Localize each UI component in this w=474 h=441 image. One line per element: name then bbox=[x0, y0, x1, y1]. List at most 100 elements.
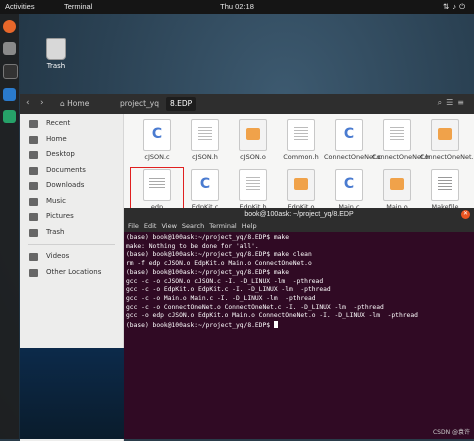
vscode-icon[interactable] bbox=[3, 88, 16, 101]
file-name: ConnectOneNet.c bbox=[324, 153, 382, 161]
app-menu[interactable]: Terminal bbox=[64, 2, 92, 11]
terminal-line: (base) book@100ask:~/project_yq/8.EDP$ bbox=[126, 321, 472, 331]
sidebar-item-pictures[interactable]: Pictures bbox=[20, 209, 123, 225]
header-actions: ⌕☰≡ bbox=[438, 98, 468, 108]
breadcrumb-home-label: Home bbox=[67, 99, 90, 108]
sidebar-item-desktop[interactable]: Desktop bbox=[20, 147, 123, 163]
file-name: cJSON.c bbox=[144, 153, 170, 161]
sidebar-item-recent[interactable]: Recent bbox=[20, 116, 123, 132]
sidebar-item-documents[interactable]: Documents bbox=[20, 163, 123, 179]
sidebar-item-label: Recent bbox=[46, 119, 71, 127]
file-o-icon bbox=[239, 119, 267, 151]
file-name: cJSON.h bbox=[192, 153, 218, 161]
file-name: ConnectOneNet.o bbox=[420, 153, 474, 161]
terminal-output[interactable]: (base) book@100ask:~/project_yq/8.EDP$ m… bbox=[126, 234, 472, 331]
breadcrumb-current[interactable]: 8.EDP bbox=[166, 97, 197, 111]
trash-icon bbox=[29, 228, 38, 237]
file-item[interactable]: Main.o bbox=[372, 169, 422, 211]
sidebar-item-label: Desktop bbox=[46, 150, 75, 158]
sidebar-item-trash[interactable]: Trash bbox=[20, 225, 123, 241]
file-item[interactable]: edp bbox=[130, 167, 184, 213]
terminal-window: book@100ask: ~/project_yq/8.EDP ✕ File Ed… bbox=[124, 208, 474, 439]
clock-icon bbox=[29, 120, 38, 128]
terminal-menu-help[interactable]: Help bbox=[238, 222, 257, 230]
sidebar-item-downloads[interactable]: Downloads bbox=[20, 178, 123, 194]
terminal-line: (base) book@100ask:~/project_yq/8.EDP$ m… bbox=[126, 268, 290, 276]
terminal-menu-file[interactable]: File bbox=[124, 222, 139, 230]
file-item[interactable]: cJSON.h bbox=[180, 119, 230, 161]
file-o-icon bbox=[383, 169, 411, 201]
desktop-trash[interactable]: Trash bbox=[40, 38, 72, 70]
breadcrumb-home[interactable]: ⌂ Home bbox=[56, 97, 93, 111]
terminal-line: gcc -c -o cJSON.o cJSON.c -I. -D_LINUX -… bbox=[126, 277, 324, 285]
sidebar-item-label: Videos bbox=[46, 252, 70, 260]
terminal-line: rm -f edp cJSON.o EdpKit.o Main.o Connec… bbox=[126, 260, 312, 268]
file-item[interactable]: Makefile bbox=[420, 169, 470, 211]
downloads-icon bbox=[29, 182, 38, 190]
file-o-icon bbox=[287, 169, 315, 201]
sidebar-item-home[interactable]: Home bbox=[20, 132, 123, 148]
file-item[interactable]: ConnectOneNet.o bbox=[420, 119, 474, 161]
sidebar-item-label: Home bbox=[46, 134, 67, 143]
sidebar-item-label: Pictures bbox=[46, 212, 74, 220]
file-item[interactable]: Main.c bbox=[324, 169, 374, 211]
terminal-menu-view[interactable]: View bbox=[157, 222, 176, 230]
home-icon bbox=[29, 135, 38, 144]
firefox-icon[interactable] bbox=[3, 20, 16, 33]
terminal-menu-edit[interactable]: Edit bbox=[140, 222, 157, 230]
sidebar-item-videos[interactable]: Videos bbox=[20, 249, 123, 265]
sidebar-item-label: Documents bbox=[46, 165, 86, 174]
close-icon[interactable]: ✕ bbox=[461, 210, 470, 219]
terminal-menu-search[interactable]: Search bbox=[178, 222, 204, 230]
sidebar-item-label: Other Locations bbox=[46, 267, 102, 276]
file-item[interactable]: EdpKit.o bbox=[276, 169, 326, 211]
terminal-line: gcc -o edp cJSON.o EdpKit.o Main.o Conne… bbox=[126, 312, 418, 320]
wallpaper-forest bbox=[20, 348, 124, 439]
file-c-icon bbox=[335, 119, 363, 151]
file-item[interactable]: cJSON.o bbox=[228, 119, 278, 161]
file-h-icon bbox=[239, 169, 267, 201]
terminal-menubar: File Edit View Search Terminal Help bbox=[124, 221, 474, 232]
music-icon bbox=[29, 197, 38, 206]
videos-icon bbox=[29, 253, 38, 261]
file-item[interactable]: EdpKit.c bbox=[180, 169, 230, 211]
file-o-icon bbox=[431, 119, 459, 151]
back-button[interactable]: ‹ bbox=[26, 98, 36, 109]
file-name: ConnectOneNet.h bbox=[372, 153, 430, 161]
sidebar-item-other-locations[interactable]: Other Locations bbox=[20, 265, 123, 281]
plus-icon bbox=[29, 268, 38, 277]
terminal-cursor bbox=[273, 321, 278, 329]
file-h-icon bbox=[287, 119, 315, 151]
jetbrains-icon[interactable] bbox=[3, 110, 16, 123]
forward-button[interactable]: › bbox=[40, 98, 50, 109]
terminal-line: gcc -c -o ConnectOneNet.o ConnectOneNet.… bbox=[126, 303, 384, 311]
activities-button[interactable]: Activities bbox=[5, 2, 35, 11]
files-icon[interactable] bbox=[3, 42, 16, 55]
sidebar-item-label: Music bbox=[46, 196, 66, 205]
terminal-line: gcc -c -o EdpKit.o EdpKit.c -I. -D_LINUX… bbox=[126, 286, 331, 294]
search-icon[interactable]: ⌕ bbox=[438, 98, 446, 107]
file-item[interactable]: Common.h bbox=[276, 119, 326, 161]
file-item[interactable]: cJSON.c bbox=[132, 119, 182, 161]
sidebar-item-music[interactable]: Music bbox=[20, 194, 123, 210]
system-menu[interactable]: ⇅♪⏻ bbox=[443, 2, 468, 12]
sidebar-item-label: Trash bbox=[46, 227, 65, 236]
file-h-icon bbox=[383, 119, 411, 151]
file-item[interactable]: ConnectOneNet.c bbox=[324, 119, 382, 161]
file-manager-header: ‹ › ⌂ Home project_yq 8.EDP ⌕☰≡ bbox=[20, 94, 474, 114]
file-item[interactable]: EdpKit.h bbox=[228, 169, 278, 211]
terminal-menu-terminal[interactable]: Terminal bbox=[205, 222, 236, 230]
file-c-icon bbox=[143, 119, 171, 151]
pictures-icon bbox=[29, 213, 38, 221]
file-mk-icon bbox=[431, 169, 459, 201]
file-c-icon bbox=[191, 169, 219, 201]
file-item[interactable]: ConnectOneNet.h bbox=[372, 119, 430, 161]
power-icon: ⏻ bbox=[459, 2, 468, 11]
terminal-line: (base) book@100ask:~/project_yq/8.EDP$ m… bbox=[126, 251, 312, 259]
menu-icon[interactable]: ≡ bbox=[457, 98, 468, 107]
terminal-icon[interactable] bbox=[3, 64, 18, 79]
network-icon: ⇅ bbox=[443, 2, 453, 11]
view-toggle-icon[interactable]: ☰ bbox=[446, 98, 457, 107]
breadcrumb-project[interactable]: project_yq bbox=[116, 97, 163, 111]
watermark: CSDN @袁许 bbox=[432, 429, 470, 436]
